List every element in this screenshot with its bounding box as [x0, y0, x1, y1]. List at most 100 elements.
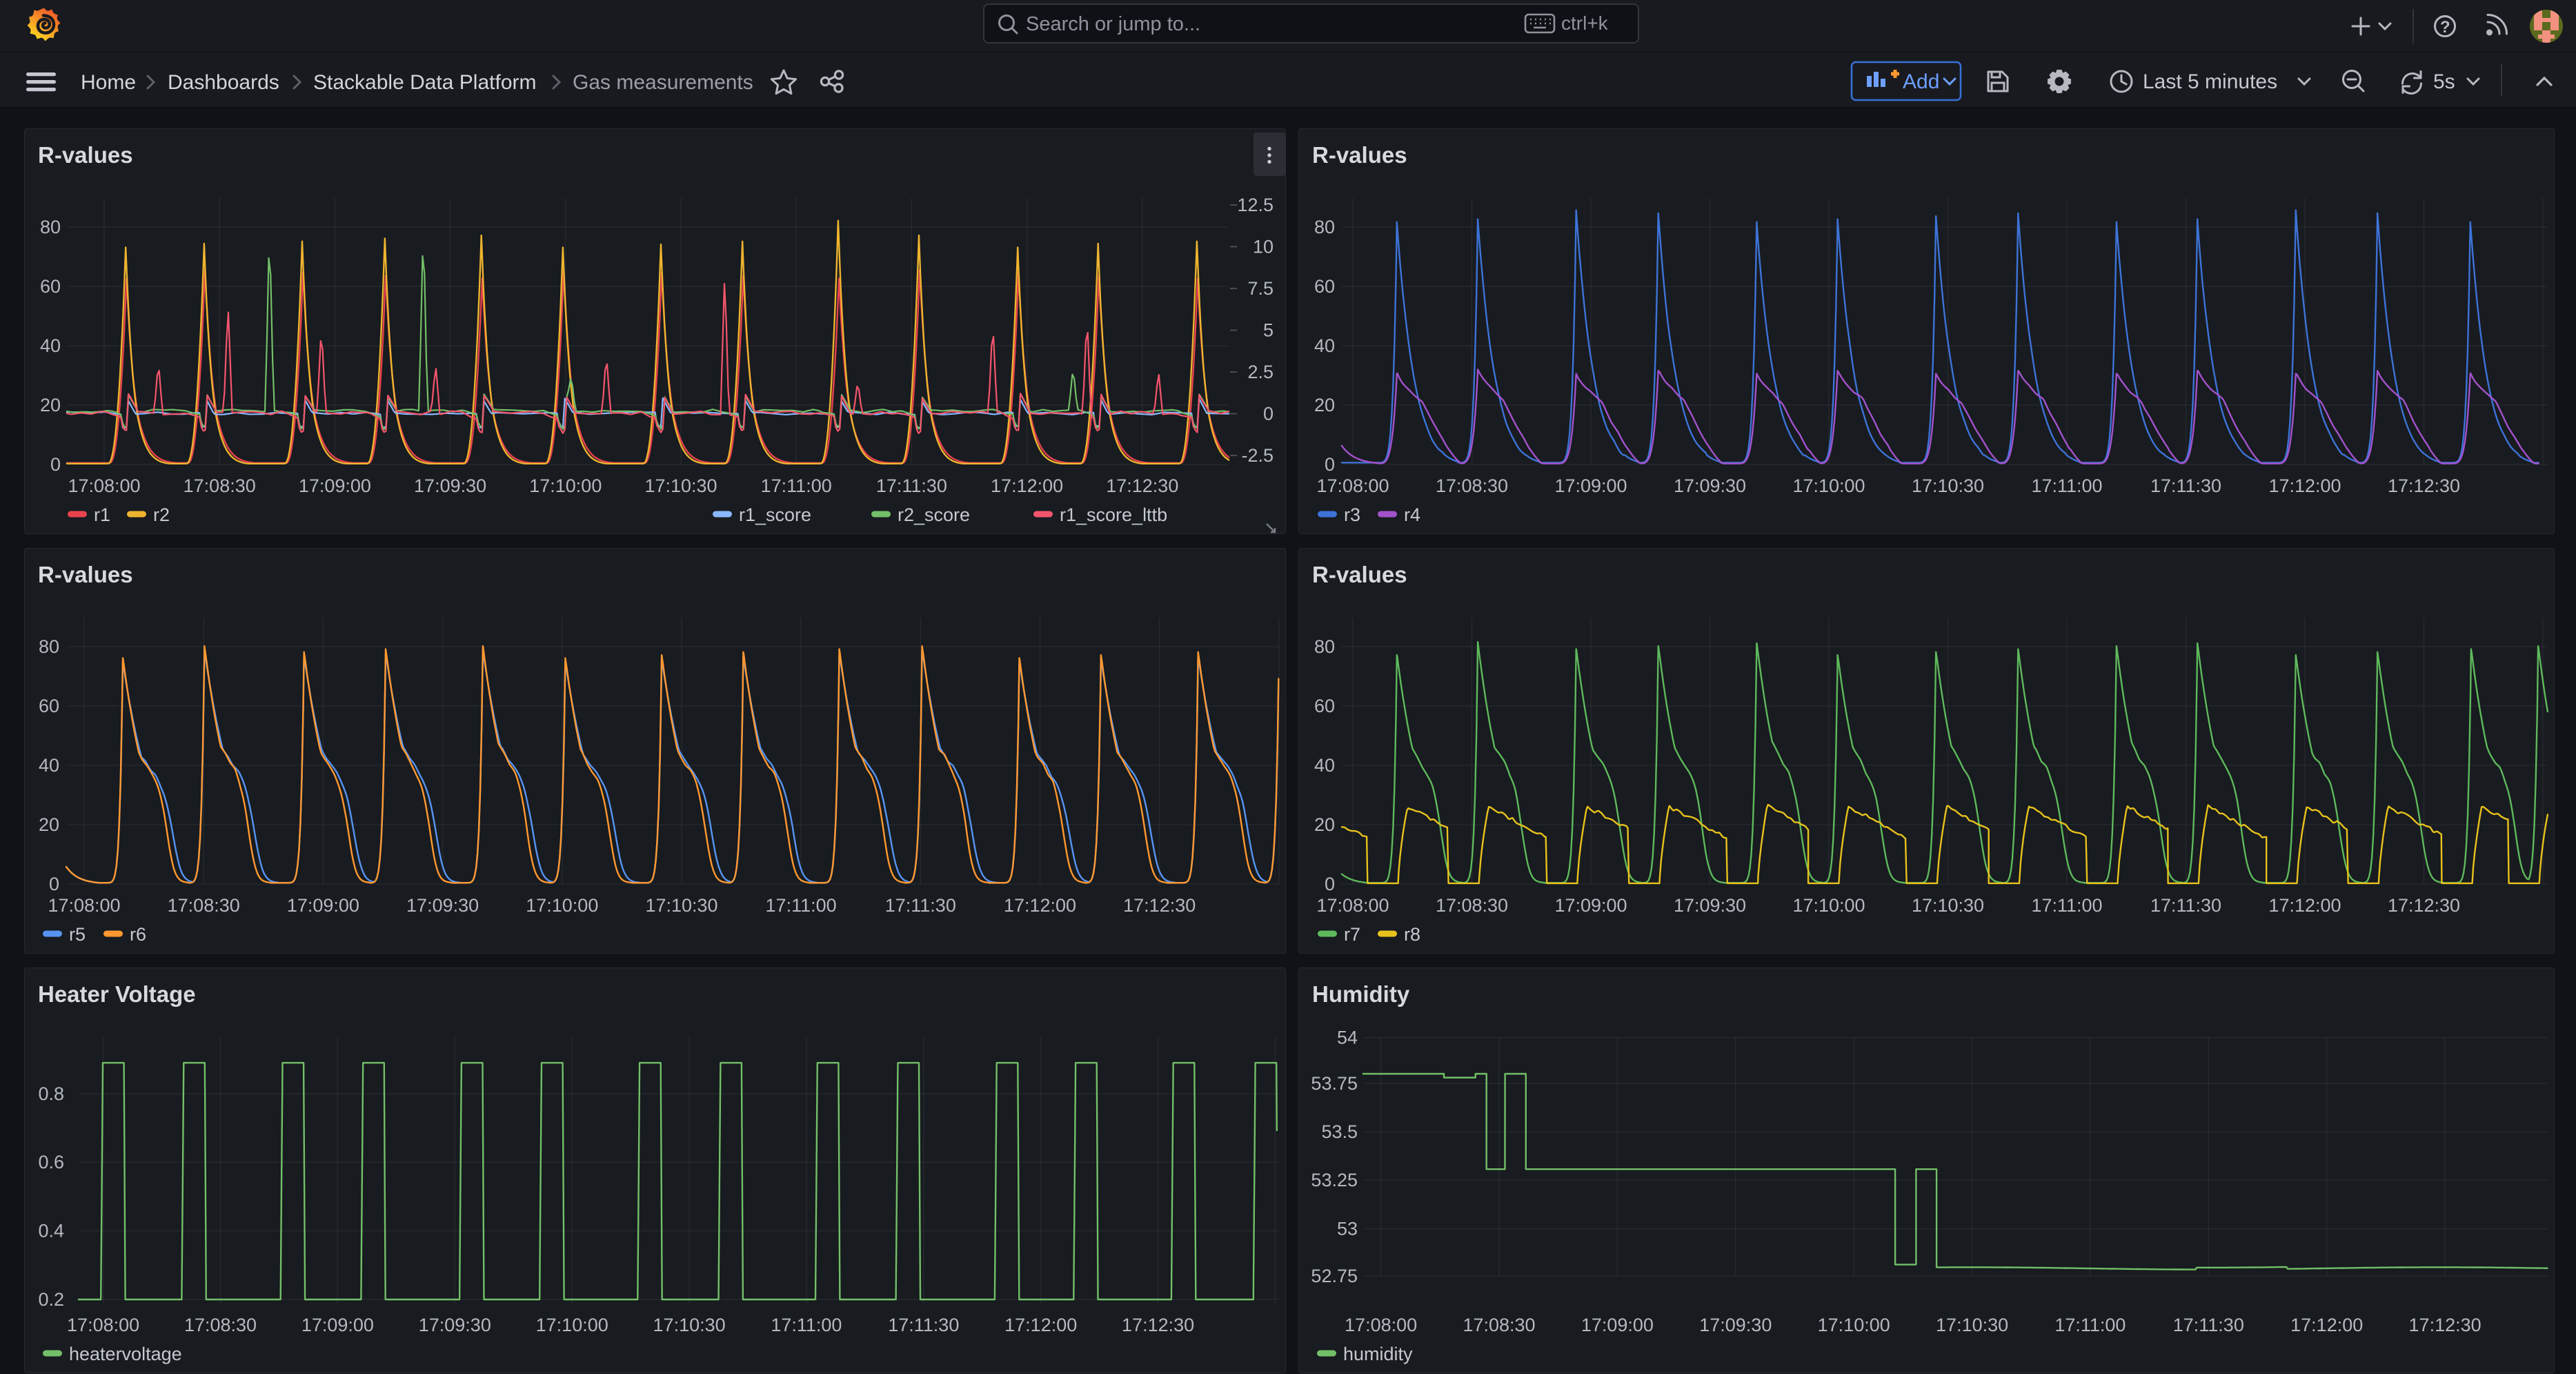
- svg-text:17:08:30: 17:08:30: [184, 1315, 257, 1335]
- svg-text:17:09:00: 17:09:00: [1581, 1315, 1654, 1335]
- svg-text:17:12:00: 17:12:00: [2290, 1315, 2363, 1335]
- svg-text:17:12:00: 17:12:00: [2268, 895, 2341, 916]
- svg-text:17:10:30: 17:10:30: [645, 895, 717, 916]
- svg-text:0: 0: [1325, 874, 1335, 894]
- svg-text:Last 5 minutes: Last 5 minutes: [2143, 70, 2277, 93]
- svg-text:60: 60: [40, 276, 61, 297]
- svg-text:17:09:00: 17:09:00: [301, 1315, 374, 1335]
- svg-text:40: 40: [1314, 755, 1335, 776]
- svg-text:20: 20: [39, 814, 59, 835]
- svg-text:53.25: 53.25: [1311, 1170, 1358, 1190]
- svg-text:17:10:30: 17:10:30: [653, 1315, 726, 1335]
- svg-text:r3: r3: [1344, 504, 1360, 525]
- svg-text:17:08:00: 17:08:00: [1316, 475, 1389, 496]
- svg-text:17:09:00: 17:09:00: [1554, 895, 1627, 916]
- svg-text:17:11:30: 17:11:30: [885, 895, 956, 916]
- svg-text:60: 60: [1314, 696, 1335, 716]
- svg-text:17:11:30: 17:11:30: [888, 1315, 959, 1335]
- svg-text:Humidity: Humidity: [1312, 981, 1410, 1007]
- svg-text:0.8: 0.8: [38, 1083, 64, 1104]
- svg-text:5: 5: [1263, 320, 1274, 341]
- svg-text:0.2: 0.2: [38, 1289, 64, 1310]
- svg-text:r1_score: r1_score: [739, 504, 811, 525]
- svg-text:Add: Add: [1903, 70, 1939, 93]
- svg-text:r5: r5: [69, 924, 86, 945]
- svg-text:-2.5: -2.5: [1241, 445, 1274, 466]
- svg-text:17:08:30: 17:08:30: [168, 895, 240, 916]
- svg-text:17:10:00: 17:10:00: [1792, 895, 1865, 916]
- svg-text:17:11:00: 17:11:00: [2031, 475, 2102, 496]
- svg-text:17:11:00: 17:11:00: [761, 475, 832, 496]
- svg-text:17:08:00: 17:08:00: [67, 1315, 139, 1335]
- svg-text:17:09:30: 17:09:30: [1674, 895, 1746, 916]
- svg-text:17:09:30: 17:09:30: [406, 895, 479, 916]
- svg-text:17:11:00: 17:11:00: [2054, 1315, 2126, 1335]
- svg-text:80: 80: [39, 636, 59, 657]
- svg-text:17:11:00: 17:11:00: [771, 1315, 842, 1335]
- svg-text:40: 40: [39, 755, 59, 776]
- svg-text:17:11:30: 17:11:30: [2173, 1315, 2244, 1335]
- svg-text:17:11:00: 17:11:00: [766, 895, 837, 916]
- svg-text:17:10:00: 17:10:00: [1792, 475, 1865, 496]
- svg-text:Stackable Data Platform: Stackable Data Platform: [313, 71, 536, 94]
- svg-text:17:08:30: 17:08:30: [1436, 475, 1508, 496]
- svg-text:r8: r8: [1404, 924, 1420, 945]
- svg-text:17:10:30: 17:10:30: [1936, 1315, 2008, 1335]
- svg-text:7.5: 7.5: [1247, 278, 1274, 299]
- svg-text:17:10:00: 17:10:00: [526, 895, 598, 916]
- svg-text:80: 80: [40, 217, 61, 237]
- svg-text:52.75: 52.75: [1311, 1266, 1358, 1286]
- svg-text:17:08:00: 17:08:00: [68, 475, 140, 496]
- svg-text:17:09:30: 17:09:30: [414, 475, 486, 496]
- svg-text:17:11:30: 17:11:30: [2150, 895, 2221, 916]
- svg-text:r1_score_lttb: r1_score_lttb: [1060, 504, 1167, 525]
- svg-text:17:12:00: 17:12:00: [1004, 895, 1076, 916]
- svg-text:17:08:30: 17:08:30: [1436, 895, 1508, 916]
- svg-text:17:12:30: 17:12:30: [1122, 1315, 1194, 1335]
- svg-text:17:08:30: 17:08:30: [1463, 1315, 1535, 1335]
- svg-text:0.4: 0.4: [38, 1221, 64, 1241]
- svg-text:humidity: humidity: [1343, 1344, 1413, 1364]
- svg-text:17:12:30: 17:12:30: [2409, 1315, 2481, 1335]
- svg-text:R-values: R-values: [38, 142, 133, 168]
- svg-text:0: 0: [1263, 404, 1274, 424]
- svg-text:r2: r2: [153, 504, 170, 525]
- svg-text:ctrl+k: ctrl+k: [1561, 12, 1609, 34]
- svg-text:17:11:00: 17:11:00: [2031, 895, 2102, 916]
- svg-text:17:11:30: 17:11:30: [876, 475, 947, 496]
- svg-text:r6: r6: [130, 924, 146, 945]
- svg-text:20: 20: [40, 395, 61, 415]
- svg-text:17:08:00: 17:08:00: [48, 895, 120, 916]
- svg-text:17:09:00: 17:09:00: [1554, 475, 1627, 496]
- svg-text:17:12:00: 17:12:00: [1004, 1315, 1077, 1335]
- svg-text:0.6: 0.6: [38, 1152, 64, 1172]
- svg-text:60: 60: [1314, 276, 1335, 297]
- svg-text:R-values: R-values: [1312, 142, 1407, 168]
- svg-text:r7: r7: [1344, 924, 1360, 945]
- svg-text:17:09:00: 17:09:00: [287, 895, 359, 916]
- svg-text:17:12:30: 17:12:30: [1123, 895, 1196, 916]
- svg-text:0: 0: [49, 874, 59, 894]
- svg-text:17:08:00: 17:08:00: [1345, 1315, 1417, 1335]
- svg-text:R-values: R-values: [38, 562, 133, 587]
- svg-text:40: 40: [1314, 335, 1335, 356]
- svg-text:10: 10: [1253, 237, 1274, 257]
- svg-text:0: 0: [1325, 454, 1335, 475]
- svg-text:54: 54: [1337, 1028, 1358, 1048]
- svg-text:Home: Home: [81, 71, 136, 94]
- svg-text:5s: 5s: [2433, 70, 2455, 93]
- svg-text:?: ?: [2440, 18, 2450, 37]
- svg-text:17:09:30: 17:09:30: [1699, 1315, 1772, 1335]
- svg-text:17:10:00: 17:10:00: [1818, 1315, 1890, 1335]
- svg-text:17:11:30: 17:11:30: [2150, 475, 2221, 496]
- svg-text:Gas measurements: Gas measurements: [573, 71, 753, 94]
- svg-text:53.5: 53.5: [1321, 1121, 1358, 1142]
- svg-text:17:09:00: 17:09:00: [299, 475, 371, 496]
- svg-text:60: 60: [39, 696, 59, 716]
- svg-text:Heater Voltage: Heater Voltage: [38, 981, 196, 1007]
- svg-text:53.75: 53.75: [1311, 1073, 1358, 1094]
- svg-text:17:10:00: 17:10:00: [529, 475, 602, 496]
- svg-text:17:10:30: 17:10:30: [1912, 475, 1984, 496]
- svg-text:17:10:30: 17:10:30: [644, 475, 717, 496]
- svg-text:17:10:00: 17:10:00: [536, 1315, 608, 1335]
